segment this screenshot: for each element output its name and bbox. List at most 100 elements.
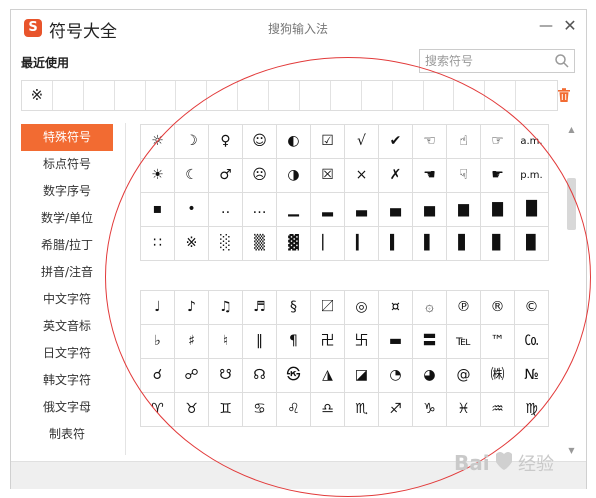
symbol-cell[interactable]: ☒	[311, 159, 345, 193]
symbol-cell[interactable]: ℡	[447, 325, 481, 359]
category-item[interactable]: 数字序号	[21, 178, 113, 205]
recent-symbol-cell[interactable]	[516, 81, 547, 110]
symbol-cell[interactable]: ¤	[379, 291, 413, 325]
symbol-cell[interactable]: ♒	[481, 393, 515, 427]
symbol-cell[interactable]: ◐	[277, 125, 311, 159]
recent-symbol-cell[interactable]	[362, 81, 393, 110]
symbol-cell[interactable]: 〼	[311, 291, 345, 325]
category-item[interactable]: 日文字符	[21, 340, 113, 367]
recent-symbol-cell[interactable]: ※	[22, 81, 53, 110]
symbol-cell[interactable]: ♊	[209, 393, 243, 427]
symbol-cell[interactable]: 卍	[311, 325, 345, 359]
scroll-up-arrow-icon[interactable]: ▲	[565, 124, 578, 136]
category-item[interactable]: 拼音/注音	[21, 259, 113, 286]
symbol-cell[interactable]: №	[515, 359, 549, 393]
symbol-cell[interactable]: ۞	[413, 291, 447, 325]
symbol-cell[interactable]: ∷	[141, 227, 175, 261]
symbol-cell[interactable]: ®	[481, 291, 515, 325]
scroll-thumb[interactable]	[567, 178, 576, 230]
symbol-cell[interactable]: ♭	[141, 325, 175, 359]
symbol-cell[interactable]: ☌	[141, 359, 175, 393]
category-item[interactable]: 英文音标	[21, 313, 113, 340]
symbol-cell[interactable]: ▉	[515, 227, 549, 261]
category-item[interactable]: 韩文字符	[21, 367, 113, 394]
recent-symbol-cell[interactable]	[331, 81, 362, 110]
category-item[interactable]: 制表符	[21, 421, 113, 448]
recent-symbol-cell[interactable]	[176, 81, 208, 110]
symbol-cell[interactable]: ♍	[515, 393, 549, 427]
recent-symbol-cell[interactable]	[115, 81, 146, 110]
symbol-cell[interactable]: ♎	[311, 393, 345, 427]
symbol-cell[interactable]: ☽	[175, 125, 209, 159]
symbol-cell[interactable]: ░	[209, 227, 243, 261]
category-item[interactable]: 特殊符号	[21, 124, 113, 151]
symbol-cell[interactable]: ♌	[277, 393, 311, 427]
symbol-cell[interactable]: ♓	[447, 393, 481, 427]
recent-symbol-cell[interactable]	[53, 81, 84, 110]
symbol-cell[interactable]: ◔	[379, 359, 413, 393]
minimize-button[interactable]: —	[536, 16, 556, 36]
symbol-cell[interactable]: ♫	[209, 291, 243, 325]
category-item[interactable]: 希腊/拉丁	[21, 232, 113, 259]
recent-symbol-cell[interactable]	[269, 81, 301, 110]
symbol-cell[interactable]: ▄	[379, 193, 413, 227]
search-input[interactable]	[425, 53, 550, 69]
symbol-cell[interactable]: ▏	[311, 227, 345, 261]
symbol-cell[interactable]: ♮	[209, 325, 243, 359]
category-item[interactable]: 中文字符	[21, 286, 113, 313]
symbol-cell[interactable]: ▎	[345, 227, 379, 261]
symbol-cell[interactable]: ☹	[243, 159, 277, 193]
symbol-cell[interactable]: ☺	[243, 125, 277, 159]
symbol-cell[interactable]: ♂	[209, 159, 243, 193]
symbol-cell[interactable]: ♐	[379, 393, 413, 427]
symbol-cell[interactable]: …	[243, 193, 277, 227]
symbol-cell[interactable]: ♏	[345, 393, 379, 427]
symbol-cell[interactable]: ‖	[243, 325, 277, 359]
symbol-cell[interactable]: ▇	[481, 193, 515, 227]
symbol-cell[interactable]: ㉿	[277, 359, 311, 393]
symbol-cell[interactable]: ☋	[209, 359, 243, 393]
symbol-cell[interactable]: ▃	[345, 193, 379, 227]
symbol-cell[interactable]: ☞	[481, 125, 515, 159]
symbol-cell[interactable]: ™	[481, 325, 515, 359]
symbol-cell[interactable]: ▍	[379, 227, 413, 261]
category-item[interactable]: 数学/单位	[21, 205, 113, 232]
symbol-cell[interactable]: p.m.	[515, 159, 549, 193]
recent-symbol-cell[interactable]	[393, 81, 424, 110]
recent-symbol-cell[interactable]	[300, 81, 331, 110]
symbol-cell[interactable]: ☍	[175, 359, 209, 393]
symbol-cell[interactable]: ×	[345, 159, 379, 193]
search-box[interactable]	[419, 49, 575, 73]
recent-symbol-cell[interactable]	[207, 81, 239, 110]
recent-symbol-cell[interactable]	[424, 81, 455, 110]
symbol-cell[interactable]: █	[515, 193, 549, 227]
symbol-cell[interactable]: ▁	[277, 193, 311, 227]
symbol-cell[interactable]: ✗	[379, 159, 413, 193]
symbol-cell[interactable]: ♈	[141, 393, 175, 427]
symbol-cell[interactable]: ♩	[141, 291, 175, 325]
symbol-cell[interactable]: ※	[175, 227, 209, 261]
symbol-cell[interactable]: ♉	[175, 393, 209, 427]
recent-symbol-cell[interactable]	[238, 81, 270, 110]
symbol-cell[interactable]: ☊	[243, 359, 277, 393]
symbol-cell[interactable]: ☼	[141, 125, 175, 159]
symbol-cell[interactable]: ♋	[243, 393, 277, 427]
symbol-cell[interactable]: ▓	[277, 227, 311, 261]
symbol-cell[interactable]: @	[447, 359, 481, 393]
symbol-cell[interactable]: ℗	[447, 291, 481, 325]
symbol-cell[interactable]: ‥	[209, 193, 243, 227]
symbol-cell[interactable]: ◮	[311, 359, 345, 393]
symbol-cell[interactable]: ☜	[413, 125, 447, 159]
recent-symbol-cell[interactable]	[485, 81, 517, 110]
symbol-cell[interactable]: ♯	[175, 325, 209, 359]
symbol-cell[interactable]: ♀	[209, 125, 243, 159]
symbol-cell[interactable]: ☝	[447, 125, 481, 159]
symbol-cell[interactable]: ▒	[243, 227, 277, 261]
symbol-cell[interactable]: ▪	[141, 193, 175, 227]
symbol-cell[interactable]: ☛	[481, 159, 515, 193]
symbol-cell[interactable]: ¶	[277, 325, 311, 359]
symbol-cell[interactable]: ☾	[175, 159, 209, 193]
symbol-cell[interactable]: ♑	[413, 393, 447, 427]
category-item[interactable]: 俄文字母	[21, 394, 113, 421]
symbol-cell[interactable]: 〓	[413, 325, 447, 359]
